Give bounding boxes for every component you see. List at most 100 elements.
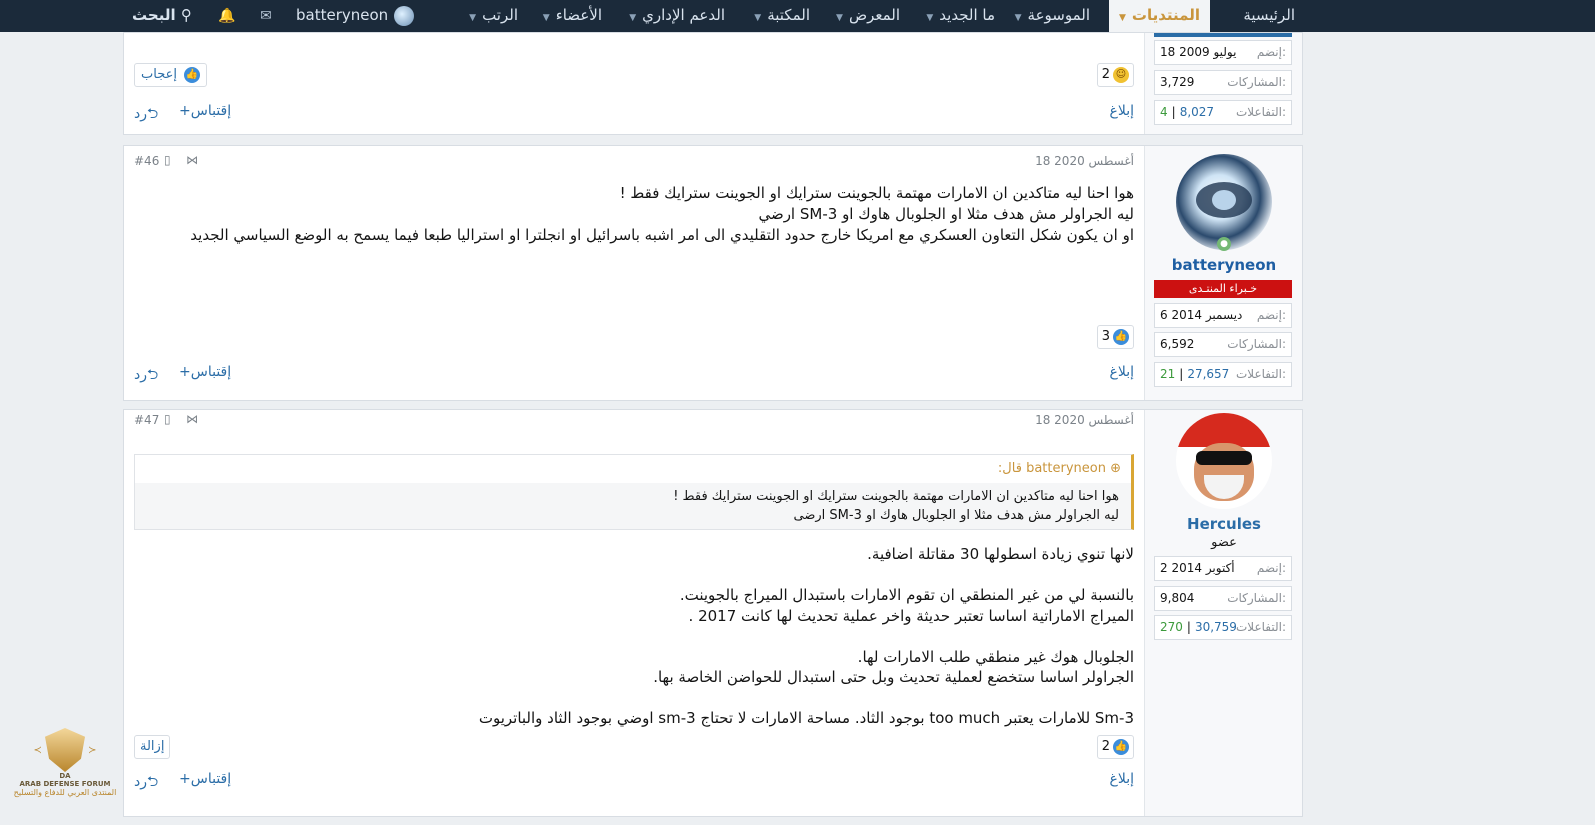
post-number[interactable]: #47 (134, 413, 159, 427)
chevron-down-icon[interactable]: ▼ (926, 13, 933, 23)
nav-members-label: الأعضاء (555, 6, 602, 24)
post-line: هوا احنا ليه متاكدين ان الامارات مهتمة ب… (619, 184, 1134, 202)
joined-value: 6 ديسمبر 2014 (1160, 308, 1243, 322)
posts-value: 6,592 (1160, 337, 1195, 351)
avatar[interactable] (1176, 154, 1272, 250)
post-number[interactable]: #46 (134, 154, 159, 168)
nav-wiki[interactable]: ▼ الموسوعة (1015, 0, 1090, 32)
posts-row: المشاركات: 3,729 (1154, 70, 1292, 95)
shield-icon (45, 728, 85, 772)
post-body: لانها تنوي زيادة اسطولها 30 مقاتلة اضافي… (134, 544, 1134, 729)
share-icon[interactable]: ⋈ (186, 412, 198, 426)
envelope-icon[interactable]: ✉ (255, 5, 277, 27)
post-line (134, 688, 1134, 709)
bookmark-icon[interactable]: ▯ (164, 412, 171, 426)
bookmark-icon[interactable]: ▯ (164, 153, 171, 167)
reactions-value: 270 | 30,759 (1160, 620, 1237, 634)
joined-row: إنضم: 18 يوليو 2009 (1154, 40, 1292, 65)
nav-whats-new-label: ما الجديد (939, 6, 995, 24)
search-button[interactable]: البحث ⚲ (132, 0, 192, 32)
reactions-count[interactable]: 30,759 (1195, 620, 1237, 634)
reaction-summary[interactable]: 2 ☺ (1096, 63, 1134, 87)
quote-button[interactable]: +إقتباس (179, 771, 231, 787)
nav-forums[interactable]: ▼ المنتديات (1108, 0, 1210, 32)
post-previous: إنضم: 18 يوليو 2009 المشاركات: 3,729 الت… (123, 32, 1303, 135)
reactions-label: التفاعلات: (1235, 367, 1286, 381)
nav-ranks[interactable]: ▼ الرتب (469, 0, 518, 32)
nav-library[interactable]: ▼ المكتبة (754, 0, 810, 32)
reactions-value: 21 | 27,657 (1160, 367, 1230, 381)
report-label: إبلاغ (1109, 103, 1135, 119)
report-link[interactable]: إبلاغ (1110, 364, 1135, 380)
remove-reaction-button[interactable]: إزالة (134, 735, 171, 759)
reply-button[interactable]: رد⮌ (134, 771, 158, 795)
username-label: batteryneon (1171, 256, 1277, 274)
user-info-column: Hercules عضو إنضم: 2 أكتوبر 2014 المشارك… (1144, 410, 1302, 816)
post-line: الميراج الاماراتية اساسا تعتبر حديثة واخ… (688, 606, 1134, 625)
search-icon: ⚲ (180, 6, 192, 24)
nav-whats-new[interactable]: ▼ ما الجديد (926, 0, 995, 32)
joined-row: إنضم: 6 ديسمبر 2014 (1154, 303, 1292, 328)
post-body: هوا احنا ليه متاكدين ان الامارات مهتمة ب… (134, 183, 1134, 246)
remove-label: إزالة (140, 739, 165, 754)
post-date[interactable]: 18 أغسطس 2020 (1035, 413, 1134, 427)
nav-support-label: الدعم الإداري (642, 6, 725, 24)
arrow-up-circle-icon[interactable]: ⊕ (1110, 461, 1121, 476)
thumbs-up-icon: 👍 (1113, 738, 1129, 755)
chevron-down-icon[interactable]: ▼ (469, 13, 476, 23)
report-link[interactable]: إبلاغ (1110, 771, 1135, 787)
reply-arrow-icon: ⮌ (147, 367, 159, 383)
account-menu[interactable]: batteryneon (296, 0, 415, 32)
reaction-summary[interactable]: 2 👍 (1096, 735, 1134, 759)
post-number-label: #47 (134, 413, 160, 427)
nav-members[interactable]: ▼ الأعضاء (543, 0, 602, 32)
reply-button[interactable]: رد⮌ (134, 103, 158, 127)
account-username: batteryneon (296, 6, 389, 24)
reply-arrow-icon: ⮌ (147, 774, 159, 790)
user-title: عضو (1145, 535, 1303, 550)
user-info-column: ● batteryneon خـبراء المنتـدى إنضم: 6 دي… (1144, 146, 1302, 400)
plus-icon: + (179, 771, 191, 787)
posts-label: المشاركات: (1227, 337, 1286, 351)
chevron-down-icon[interactable]: ▼ (836, 13, 843, 23)
like-button[interactable]: إعجاب 👍 (134, 63, 208, 87)
chevron-down-icon[interactable]: ▼ (629, 13, 636, 23)
quote-button[interactable]: +إقتباس (179, 364, 231, 380)
reaction-count: 3 (1101, 329, 1110, 344)
quote-author[interactable]: ⊕ batteryneon قال: (135, 455, 1131, 483)
username-label: Hercules (1187, 515, 1261, 533)
chevron-down-icon[interactable]: ▼ (543, 13, 550, 23)
nav-support[interactable]: ▼ الدعم الإداري (629, 0, 725, 32)
nav-ranks-label: الرتب (482, 6, 518, 24)
username[interactable]: batteryneon (1145, 256, 1303, 274)
post-date-label: 18 أغسطس 2020 (1035, 413, 1134, 427)
share-icon[interactable]: ⋈ (186, 153, 198, 167)
chevron-down-icon[interactable]: ▼ (754, 13, 761, 23)
chevron-down-icon[interactable]: ▼ (1015, 13, 1022, 23)
joined-value: 2 أكتوبر 2014 (1160, 561, 1235, 575)
quote-button[interactable]: +إقتباس (179, 103, 231, 119)
plus-icon: + (179, 364, 191, 380)
plus-icon: + (179, 103, 191, 119)
nav-home[interactable]: الرئيسية (1243, 0, 1295, 32)
post-line: الجراولر اساسا ستخضع لعملية تحديث وبل حت… (653, 668, 1134, 686)
avatar[interactable] (1176, 413, 1272, 509)
post-line: ليه الجراولر مش هدف مثلا او الجلوبال هاو… (758, 205, 1134, 223)
report-link[interactable]: إبلاغ (1110, 103, 1135, 119)
bell-icon[interactable]: 🔔 (216, 5, 238, 27)
reactions-count[interactable]: 8,027 (1180, 105, 1214, 119)
avatar (394, 5, 415, 26)
posts-value: 9,804 (1160, 591, 1195, 605)
reaction-summary[interactable]: 3 👍 (1096, 325, 1134, 349)
reply-button[interactable]: رد⮌ (134, 364, 158, 388)
reactions-count[interactable]: 27,657 (1187, 367, 1229, 381)
quote-line: هوا احنا ليه متاكدين ان الامارات مهتمة ب… (673, 489, 1119, 504)
nav-gallery[interactable]: ▼ المعرض (836, 0, 900, 32)
chevron-down-icon[interactable]: ▼ (1119, 13, 1126, 23)
points-value: 270 (1160, 620, 1183, 634)
post-date[interactable]: 18 أغسطس 2020 (1035, 154, 1134, 168)
logo-name-en: ARAB DEFENSE FORUM (19, 780, 111, 788)
nav-gallery-label: المعرض (848, 6, 900, 24)
username[interactable]: Hercules (1145, 515, 1303, 533)
joined-label: إنضم: (1256, 561, 1286, 575)
